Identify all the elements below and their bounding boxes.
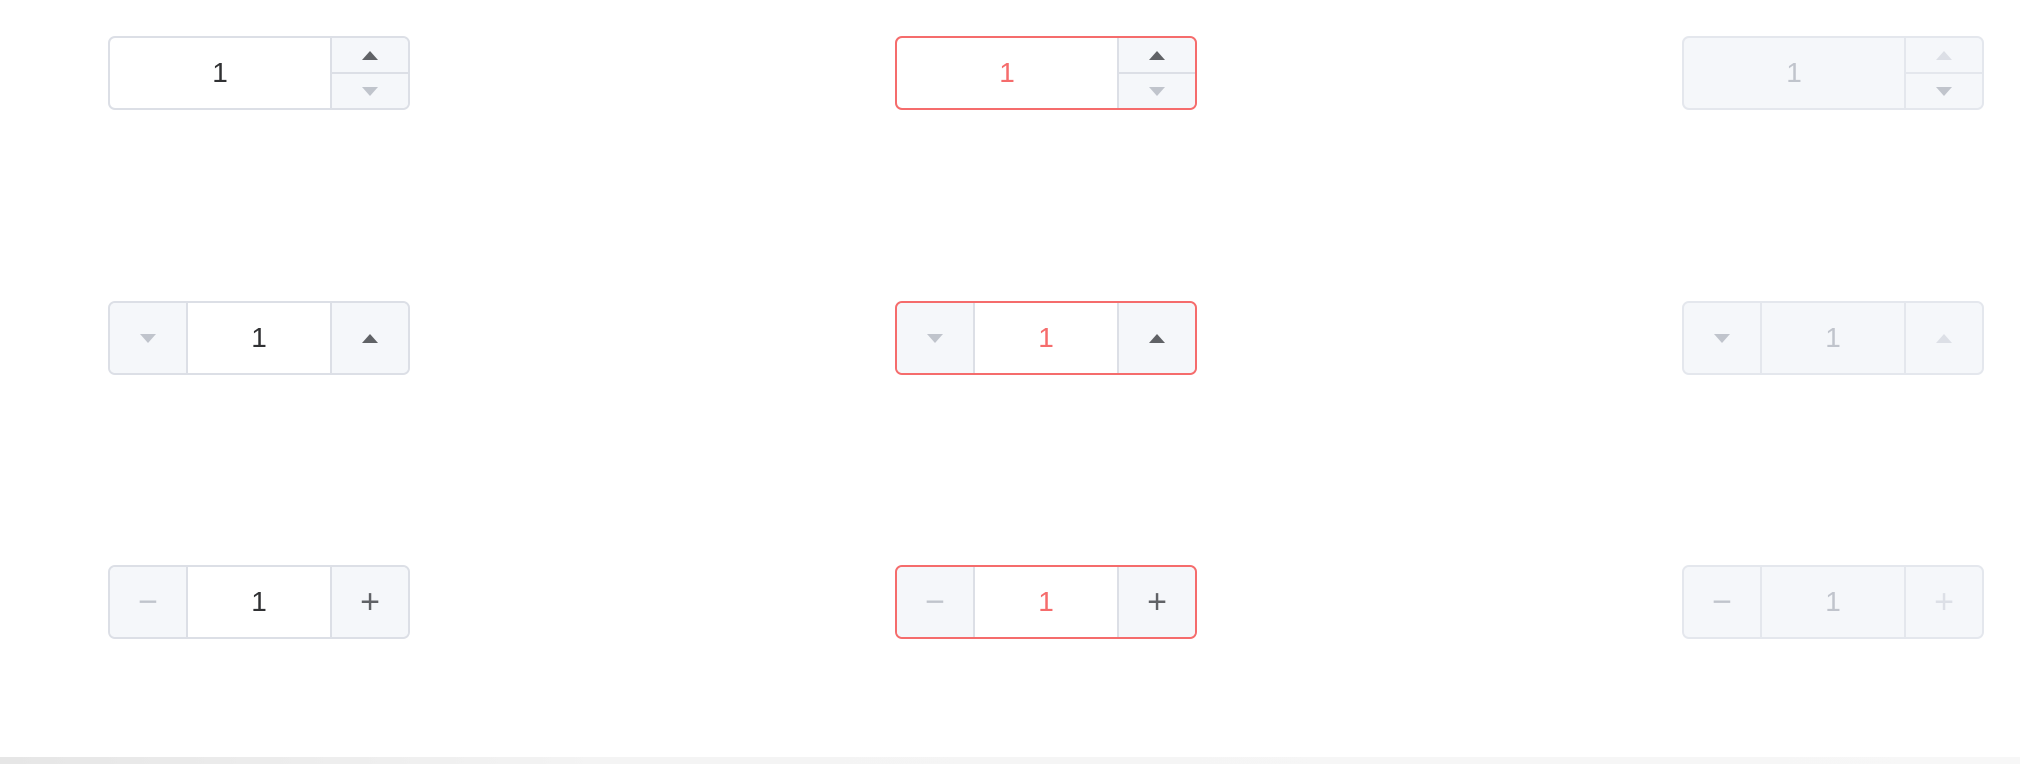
caret-down-icon xyxy=(1149,86,1165,96)
decrement-button[interactable] xyxy=(332,74,408,108)
page: 1 1 1 1 1 1 − 1 + − 1 + − 1 + xyxy=(0,0,2020,764)
increment-button xyxy=(1904,303,1982,373)
minus-icon: − xyxy=(925,583,945,621)
number-input-caret-sides-disabled: 1 xyxy=(1682,301,1984,375)
stepper-controls xyxy=(1117,38,1195,108)
number-value[interactable]: 1 xyxy=(110,38,330,108)
decrement-button[interactable]: − xyxy=(110,567,188,637)
caret-down-icon xyxy=(140,333,156,343)
number-input-plus-minus-disabled: − 1 + xyxy=(1682,565,1984,639)
caret-up-icon xyxy=(1149,50,1165,60)
caret-down-icon xyxy=(362,86,378,96)
number-value[interactable]: 1 xyxy=(975,567,1117,637)
caret-up-icon xyxy=(362,50,378,60)
caret-up-icon xyxy=(1936,50,1952,60)
number-input-right-controls-default[interactable]: 1 xyxy=(108,36,410,110)
caret-down-icon xyxy=(1936,86,1952,96)
number-value: 1 xyxy=(1825,586,1841,617)
caret-down-icon xyxy=(927,333,943,343)
number-value: 1 xyxy=(1786,57,1802,88)
plus-icon: + xyxy=(360,583,380,621)
number-value[interactable]: 1 xyxy=(188,567,330,637)
number-input-caret-sides-error[interactable]: 1 xyxy=(895,301,1197,375)
number-value[interactable]: 1 xyxy=(897,38,1117,108)
caret-down-icon xyxy=(1714,333,1730,343)
number-value[interactable]: 1 xyxy=(188,303,330,373)
increment-button[interactable] xyxy=(1119,38,1195,74)
decrement-button[interactable]: − xyxy=(897,567,975,637)
number-value[interactable]: 1 xyxy=(975,303,1117,373)
caret-up-icon xyxy=(1936,333,1952,343)
number-input-caret-sides-default[interactable]: 1 xyxy=(108,301,410,375)
caret-up-icon xyxy=(1149,333,1165,343)
decrement-button[interactable] xyxy=(897,303,975,373)
minus-icon: − xyxy=(138,583,158,621)
plus-icon: + xyxy=(1934,583,1954,621)
plus-icon: + xyxy=(1147,583,1167,621)
stepper-controls xyxy=(1904,38,1982,108)
increment-button[interactable]: + xyxy=(330,567,408,637)
decrement-button: − xyxy=(1684,567,1762,637)
increment-button: + xyxy=(1904,567,1982,637)
decrement-button[interactable] xyxy=(1119,74,1195,108)
increment-button[interactable] xyxy=(330,303,408,373)
increment-button[interactable] xyxy=(332,38,408,74)
number-value: 1 xyxy=(1825,322,1841,353)
stepper-controls xyxy=(330,38,408,108)
caret-up-icon xyxy=(362,333,378,343)
increment-button[interactable] xyxy=(1117,303,1195,373)
minus-icon: − xyxy=(1712,583,1732,621)
number-input-right-controls-error[interactable]: 1 xyxy=(895,36,1197,110)
decrement-button[interactable] xyxy=(110,303,188,373)
number-input-right-controls-disabled: 1 xyxy=(1682,36,1984,110)
horizontal-scrollbar[interactable] xyxy=(0,757,2020,764)
number-input-plus-minus-default[interactable]: − 1 + xyxy=(108,565,410,639)
decrement-button xyxy=(1684,303,1762,373)
increment-button xyxy=(1906,38,1982,74)
number-input-plus-minus-error[interactable]: − 1 + xyxy=(895,565,1197,639)
increment-button[interactable]: + xyxy=(1117,567,1195,637)
decrement-button xyxy=(1906,74,1982,108)
